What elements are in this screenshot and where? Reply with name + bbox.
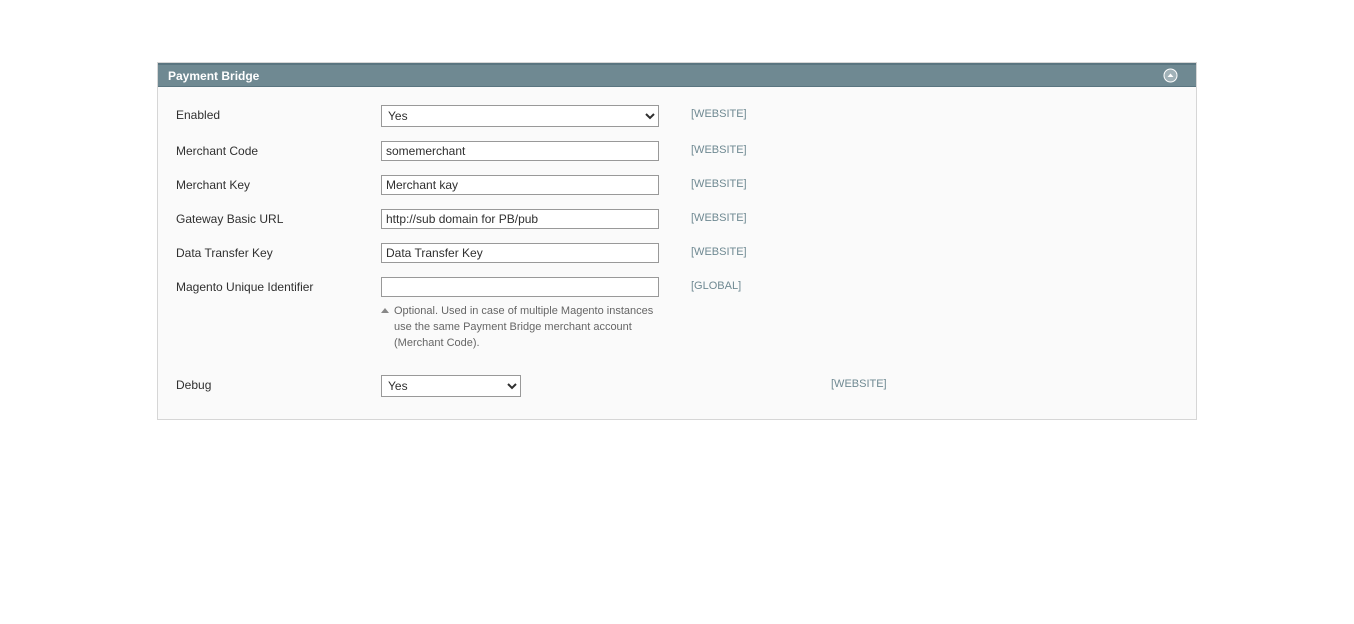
field-data-transfer-key <box>381 243 661 263</box>
field-unique-identifier: Optional. Used in case of multiple Magen… <box>381 277 661 351</box>
label-data-transfer-key: Data Transfer Key <box>176 243 381 260</box>
scope-unique-identifier: [GLOBAL] <box>691 277 741 292</box>
scope-gateway-url: [WEBSITE] <box>691 209 747 224</box>
field-debug: Yes <box>381 375 661 397</box>
fieldset-header[interactable]: Payment Bridge <box>158 63 1196 87</box>
field-merchant-key <box>381 175 661 195</box>
row-unique-identifier: Magento Unique Identifier Optional. Used… <box>176 277 1178 351</box>
field-merchant-code <box>381 141 661 161</box>
label-debug: Debug <box>176 375 381 392</box>
row-merchant-code: Merchant Code [WEBSITE] <box>176 141 1178 161</box>
unique-identifier-input[interactable] <box>381 277 659 297</box>
merchant-key-input[interactable] <box>381 175 659 195</box>
row-gateway-url: Gateway Basic URL [WEBSITE] <box>176 209 1178 229</box>
data-transfer-key-input[interactable] <box>381 243 659 263</box>
debug-select[interactable]: Yes <box>381 375 521 397</box>
scope-debug: [WEBSITE] <box>831 375 887 390</box>
label-merchant-code: Merchant Code <box>176 141 381 158</box>
row-enabled: Enabled Yes [WEBSITE] <box>176 105 1178 127</box>
payment-bridge-fieldset: Payment Bridge Enabled Yes [WEBSITE] <box>157 62 1197 420</box>
label-merchant-key: Merchant Key <box>176 175 381 192</box>
scope-merchant-code: [WEBSITE] <box>691 141 747 156</box>
field-enabled: Yes <box>381 105 661 127</box>
note-unique-identifier: Optional. Used in case of multiple Magen… <box>381 303 661 351</box>
scope-data-transfer-key: [WEBSITE] <box>691 243 747 258</box>
row-merchant-key: Merchant Key [WEBSITE] <box>176 175 1178 195</box>
form-body: Enabled Yes [WEBSITE] Merchant Code [WEB… <box>158 87 1196 419</box>
enabled-select[interactable]: Yes <box>381 105 659 127</box>
merchant-code-input[interactable] <box>381 141 659 161</box>
config-panel: Payment Bridge Enabled Yes [WEBSITE] <box>157 62 1197 420</box>
collapse-up-icon[interactable] <box>1163 68 1178 83</box>
label-enabled: Enabled <box>176 105 381 122</box>
row-data-transfer-key: Data Transfer Key [WEBSITE] <box>176 243 1178 263</box>
scope-merchant-key: [WEBSITE] <box>691 175 747 190</box>
label-gateway-url: Gateway Basic URL <box>176 209 381 226</box>
scope-enabled: [WEBSITE] <box>691 105 747 120</box>
note-arrow-icon <box>381 308 389 313</box>
note-text: Optional. Used in case of multiple Magen… <box>394 303 654 351</box>
row-debug: Debug Yes [WEBSITE] <box>176 375 1178 397</box>
label-unique-identifier: Magento Unique Identifier <box>176 277 381 294</box>
fieldset-title: Payment Bridge <box>168 69 259 83</box>
field-gateway-url <box>381 209 661 229</box>
gateway-url-input[interactable] <box>381 209 659 229</box>
